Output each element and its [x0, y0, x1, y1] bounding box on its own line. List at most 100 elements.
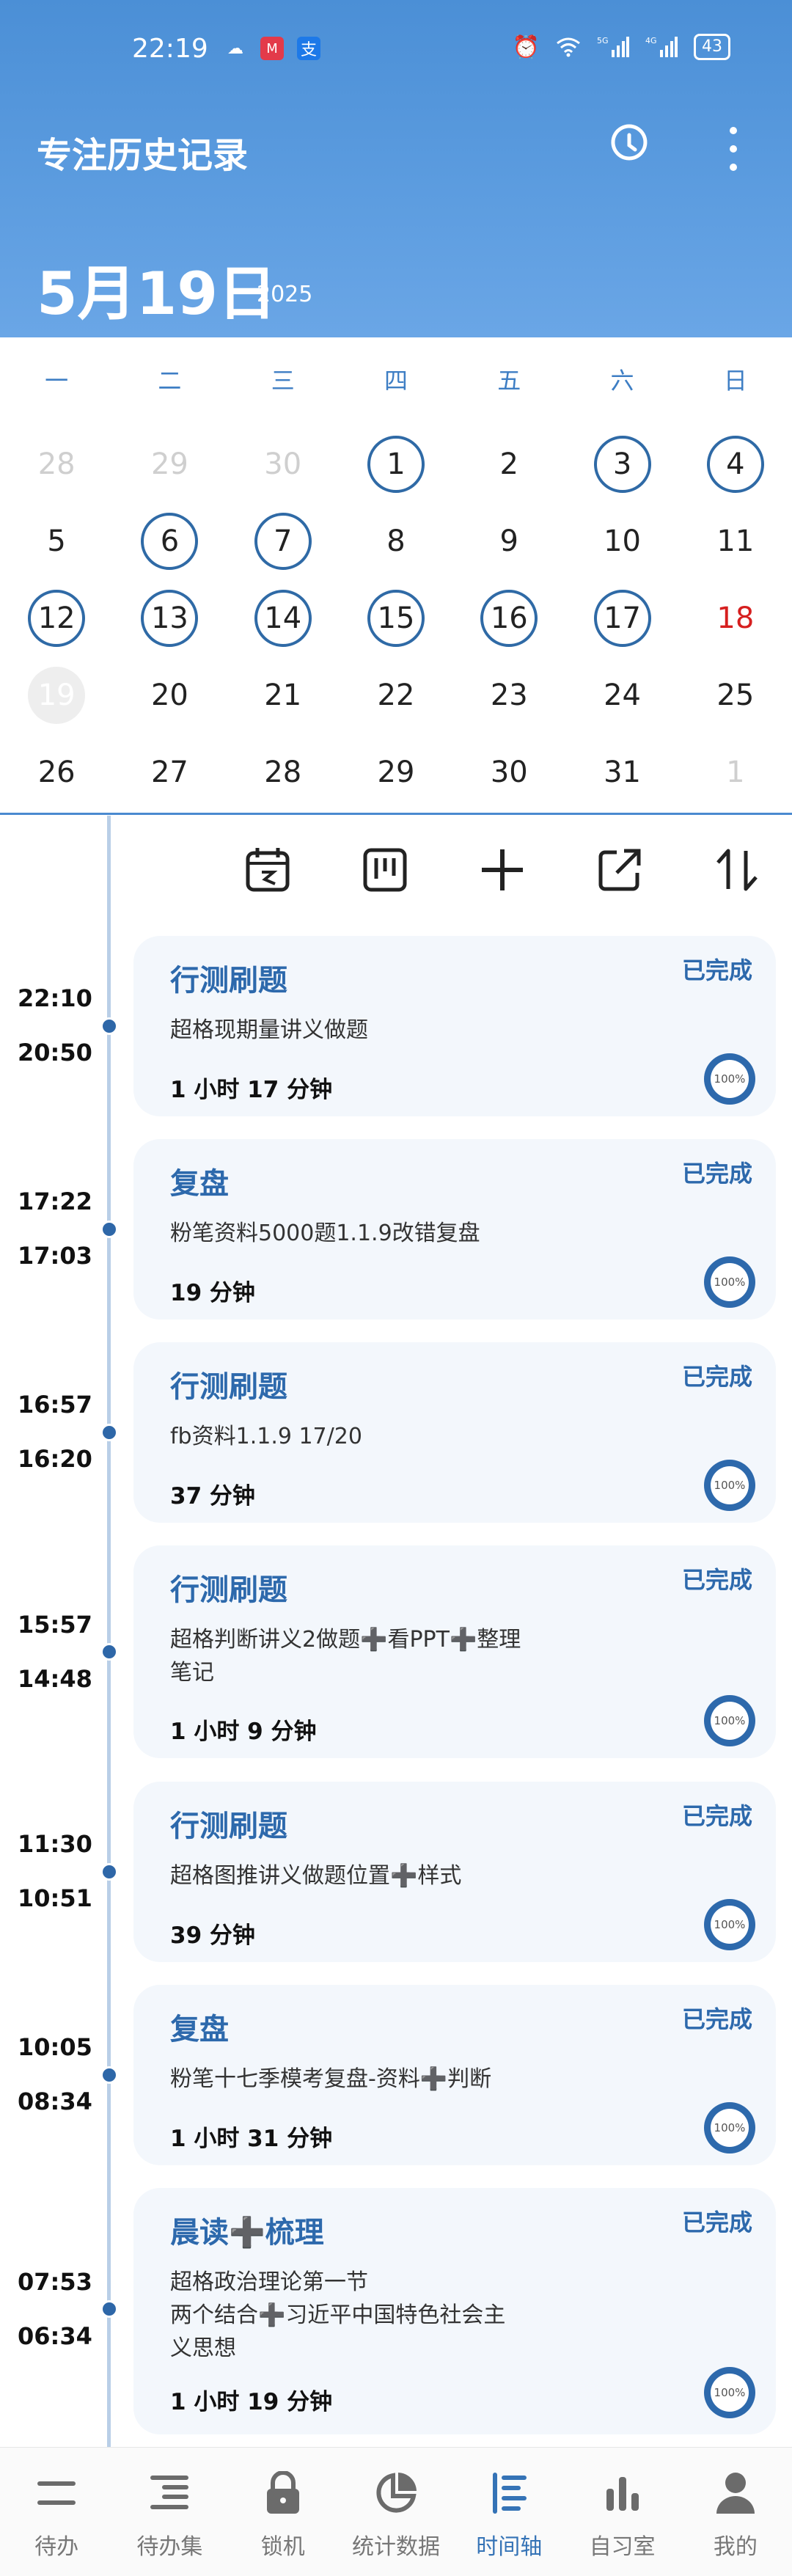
calendar-day[interactable]: 15 — [340, 579, 452, 656]
add-entry-button[interactable] — [469, 835, 535, 905]
progress-ring: 100% — [704, 1695, 755, 1746]
entry-start-time: 16:20 — [18, 1445, 92, 1473]
calendar-day[interactable]: 6 — [113, 502, 226, 579]
calendar-day-number: 3 — [593, 435, 651, 493]
wifi-icon — [557, 37, 580, 57]
calendar-day[interactable]: 3 — [565, 425, 678, 502]
calendar-day[interactable]: 5 — [0, 502, 113, 579]
timeline-dot — [100, 1643, 118, 1661]
calendar-day-number: 30 — [264, 447, 302, 481]
entry-end-time: 17:22 — [18, 1188, 92, 1215]
entry-description: 超格现期量讲义做题 — [170, 1017, 368, 1043]
calendar-day[interactable]: 8 — [340, 502, 452, 579]
progress-label: 100% — [711, 2374, 749, 2412]
calendar-day-number: 5 — [47, 524, 66, 558]
calendar-day[interactable]: 29 — [113, 425, 226, 502]
progress-label: 100% — [711, 1263, 749, 1301]
calendar-day[interactable]: 26 — [0, 733, 113, 811]
entry-end-time: 10:05 — [18, 2033, 92, 2061]
nav-lock[interactable]: 锁机 — [227, 2448, 340, 2576]
calendar-day-number: 1 — [367, 435, 425, 493]
calendar-day[interactable]: 18 — [679, 579, 792, 656]
focus-entry-card[interactable]: 复盘 已完成 粉笔资料5000题1.1.9改错复盘 19 分钟 100% — [133, 1139, 776, 1320]
progress-label: 100% — [711, 1906, 749, 1944]
entry-end-time: 15:57 — [18, 1611, 92, 1639]
nav-label: 我的 — [713, 2534, 758, 2560]
nav-study-room[interactable]: 自习室 — [565, 2448, 678, 2576]
calendar-view-button[interactable] — [235, 835, 301, 905]
calendar-day[interactable]: 4 — [679, 425, 792, 502]
focus-entry-card[interactable]: 晨读➕梳理 已完成 超格政治理论第一节 两个结合➕习近平中国特色社会主 义思想 … — [133, 2188, 776, 2434]
entry-title: 行测刷题 — [170, 1370, 287, 1404]
entry-status: 已完成 — [681, 1363, 752, 1391]
calendar-day[interactable]: 7 — [227, 502, 340, 579]
progress-ring: 100% — [704, 2367, 755, 2418]
bar-chart-icon — [599, 2470, 646, 2517]
svg-text:4G: 4G — [645, 36, 657, 45]
calendar-day[interactable]: 29 — [340, 733, 452, 811]
calendar-day-number: 21 — [264, 678, 302, 712]
timeline-dot — [100, 1221, 118, 1238]
calendar-day[interactable]: 30 — [227, 425, 340, 502]
calendar-day-number: 4 — [706, 435, 764, 493]
nav-label: 时间轴 — [476, 2534, 543, 2560]
calendar-day[interactable]: 30 — [452, 733, 565, 811]
entry-status: 已完成 — [681, 1566, 752, 1594]
calendar-day-number: 29 — [377, 755, 415, 789]
more-button[interactable] — [719, 123, 748, 175]
system-icons: ⏰ 5G 4G 43 — [513, 34, 730, 60]
calendar-day[interactable]: 28 — [0, 425, 113, 502]
calendar-day[interactable]: 20 — [113, 656, 226, 733]
sort-button[interactable] — [704, 835, 770, 905]
calendar-day[interactable]: 16 — [452, 579, 565, 656]
calendar-day[interactable]: 12 — [0, 579, 113, 656]
calendar-day[interactable]: 31 — [565, 733, 678, 811]
nav-label: 自习室 — [589, 2534, 656, 2560]
progress-ring: 100% — [704, 2102, 755, 2154]
focus-entry-card[interactable]: 行测刷题 已完成 超格现期量讲义做题 1 小时 17 分钟 100% — [133, 936, 776, 1116]
calendar-day[interactable]: 17 — [565, 579, 678, 656]
nav-timeline[interactable]: 时间轴 — [452, 2448, 565, 2576]
nav-label: 待办 — [34, 2534, 79, 2560]
calendar-day[interactable]: 22 — [340, 656, 452, 733]
entry-duration: 1 小时 31 分钟 — [170, 2126, 333, 2152]
calendar-day[interactable]: 14 — [227, 579, 340, 656]
board-view-button[interactable] — [352, 835, 418, 905]
calendar-day-number: 22 — [377, 678, 415, 712]
nav-me[interactable]: 我的 — [679, 2448, 792, 2576]
calendar-day[interactable]: 9 — [452, 502, 565, 579]
nav-todo[interactable]: 待办 — [0, 2448, 113, 2576]
calendar-day-number: 18 — [716, 601, 755, 635]
focus-entry-card[interactable]: 行测刷题 已完成 超格判断讲义2做题➕看PPT➕整理 笔记 1 小时 9 分钟 … — [133, 1545, 776, 1758]
calendar-day[interactable]: 2 — [452, 425, 565, 502]
focus-entry-card[interactable]: 复盘 已完成 粉笔十七季模考复盘-资料➕判断 1 小时 31 分钟 100% — [133, 1985, 776, 2165]
calendar-day[interactable]: 27 — [113, 733, 226, 811]
calendar-day[interactable]: 28 — [227, 733, 340, 811]
calendar-day[interactable]: 23 — [452, 656, 565, 733]
calendar-day[interactable]: 19 — [0, 656, 113, 733]
weekday-label: 二 — [158, 367, 182, 395]
history-clock-button[interactable] — [607, 123, 651, 167]
focus-entry-card[interactable]: 行测刷题 已完成 超格图推讲义做题位置➕样式 39 分钟 100% — [133, 1782, 776, 1962]
calendar-day[interactable]: 1 — [679, 733, 792, 811]
calendar-day[interactable]: 11 — [679, 502, 792, 579]
entry-title: 晨读➕梳理 — [170, 2216, 324, 2250]
calendar-day-number: 11 — [716, 524, 755, 558]
entry-duration: 19 分钟 — [170, 1280, 255, 1306]
calendar-day[interactable]: 10 — [565, 502, 678, 579]
calendar-day[interactable]: 1 — [340, 425, 452, 502]
calendar-day-number: 26 — [37, 755, 76, 789]
signal-4g-icon: 4G — [645, 36, 678, 57]
selected-date: 5月19日 — [37, 260, 276, 328]
calendar-day[interactable]: 21 — [227, 656, 340, 733]
nav-statistics[interactable]: 统计数据 — [340, 2448, 452, 2576]
calendar-day-number: 10 — [604, 524, 642, 558]
progress-ring: 100% — [704, 1899, 755, 1950]
calendar-day[interactable]: 24 — [565, 656, 678, 733]
export-button[interactable] — [587, 835, 653, 905]
calendar-day[interactable]: 13 — [113, 579, 226, 656]
focus-entry-card[interactable]: 行测刷题 已完成 fb资料1.1.9 17/20 37 分钟 100% — [133, 1342, 776, 1523]
nav-todo-set[interactable]: 待办集 — [113, 2448, 226, 2576]
calendar-day[interactable]: 25 — [679, 656, 792, 733]
timeline-dot — [100, 2066, 118, 2084]
